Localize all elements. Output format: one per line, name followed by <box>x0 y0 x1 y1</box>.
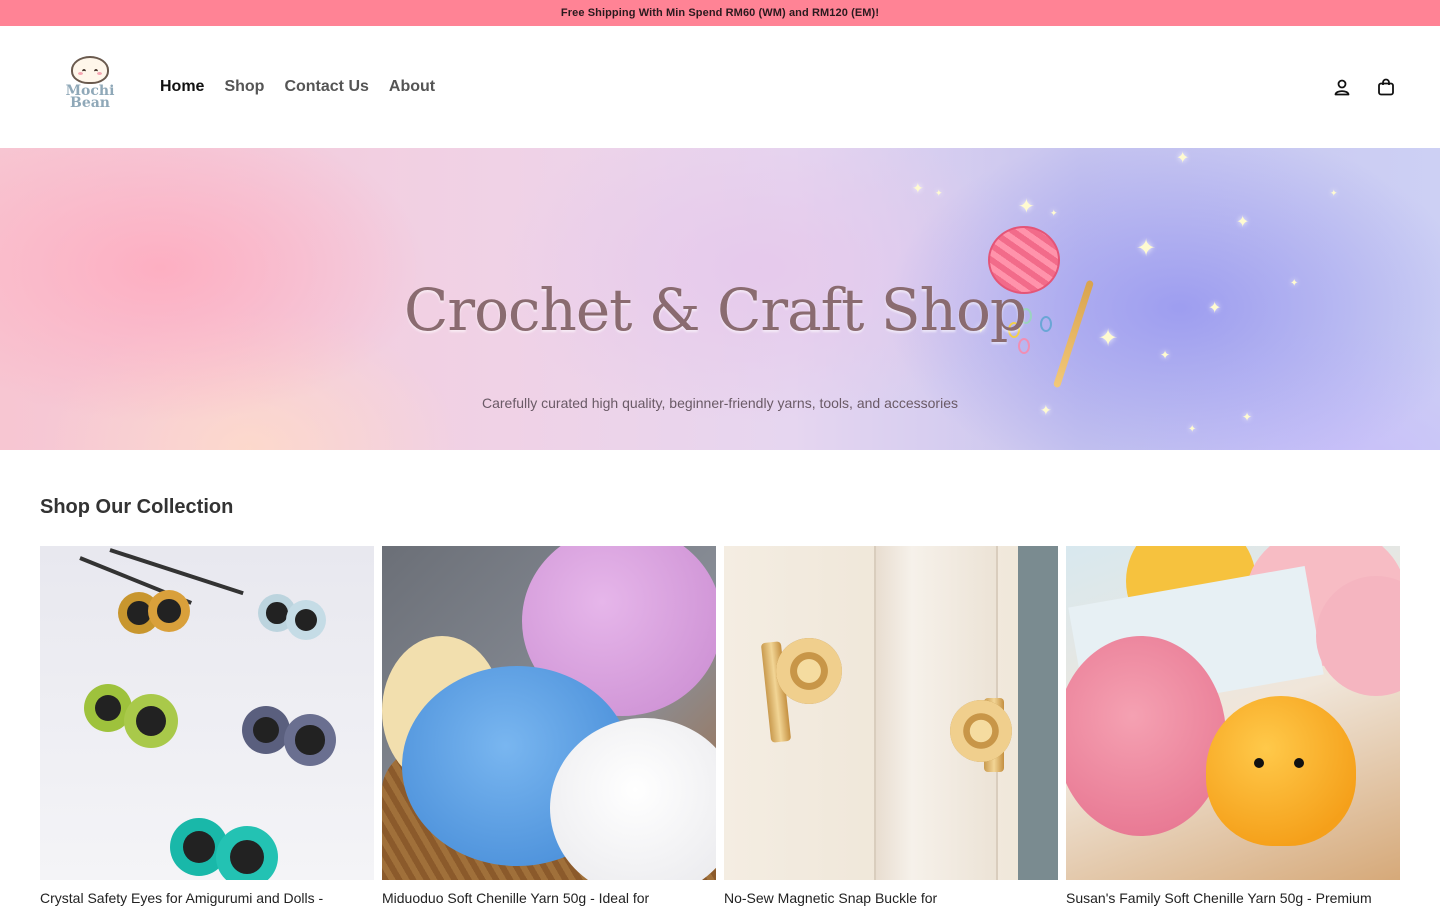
chick-plush <box>1206 696 1356 846</box>
nav-about[interactable]: About <box>389 78 435 96</box>
announcement-text: Free Shipping With Min Spend RM60 (WM) a… <box>560 7 880 19</box>
product-title[interactable]: Susan's Family Soft Chenille Yarn 50g - … <box>1066 890 1400 906</box>
product-image[interactable] <box>724 546 1058 880</box>
product-title[interactable]: Crystal Safety Eyes for Amigurumi and Do… <box>40 890 374 906</box>
product-card[interactable]: No-Sew Magnetic Snap Buckle for <box>724 546 1058 906</box>
product-image[interactable] <box>40 546 374 880</box>
hero-title: Crochet & Craft Shop <box>404 276 1027 344</box>
mochi-logo-icon <box>71 56 109 84</box>
site-logo[interactable]: Mochi Bean <box>60 56 120 116</box>
nav-contact-us[interactable]: Contact Us <box>284 78 368 96</box>
nav-home[interactable]: Home <box>160 78 204 96</box>
hero-subtitle: Carefully curated high quality, beginner… <box>482 395 958 411</box>
nav-shop[interactable]: Shop <box>224 78 264 96</box>
announcement-bar: Free Shipping With Min Spend RM60 (WM) a… <box>0 0 1440 26</box>
account-icon[interactable] <box>1332 77 1352 97</box>
cart-icon[interactable] <box>1376 77 1396 97</box>
product-image[interactable] <box>1066 546 1400 880</box>
site-header: Mochi Bean Home Shop Contact Us About <box>0 26 1440 148</box>
product-title[interactable]: No-Sew Magnetic Snap Buckle for <box>724 890 1058 906</box>
main-nav: Home Shop Contact Us About <box>160 26 435 148</box>
logo-text-line2: Bean <box>69 95 110 111</box>
header-icons <box>1332 26 1396 148</box>
product-title[interactable]: Miduoduo Soft Chenille Yarn 50g - Ideal … <box>382 890 716 906</box>
product-card[interactable]: Miduoduo Soft Chenille Yarn 50g - Ideal … <box>382 546 716 906</box>
product-card[interactable]: Susan's Family Soft Chenille Yarn 50g - … <box>1066 546 1400 906</box>
product-image[interactable] <box>382 546 716 880</box>
hero-banner: ✦ ✦ ✦ ✦ ✦ ✦ ✦ ✦ ✦ ✦ ✦ ✦ ✦ ✦ ✦ ✦ Crochet … <box>0 148 1440 450</box>
product-card[interactable]: Crystal Safety Eyes for Amigurumi and Do… <box>40 546 374 906</box>
collection-title: Shop Our Collection <box>40 496 234 518</box>
product-grid: Crystal Safety Eyes for Amigurumi and Do… <box>40 546 1400 906</box>
